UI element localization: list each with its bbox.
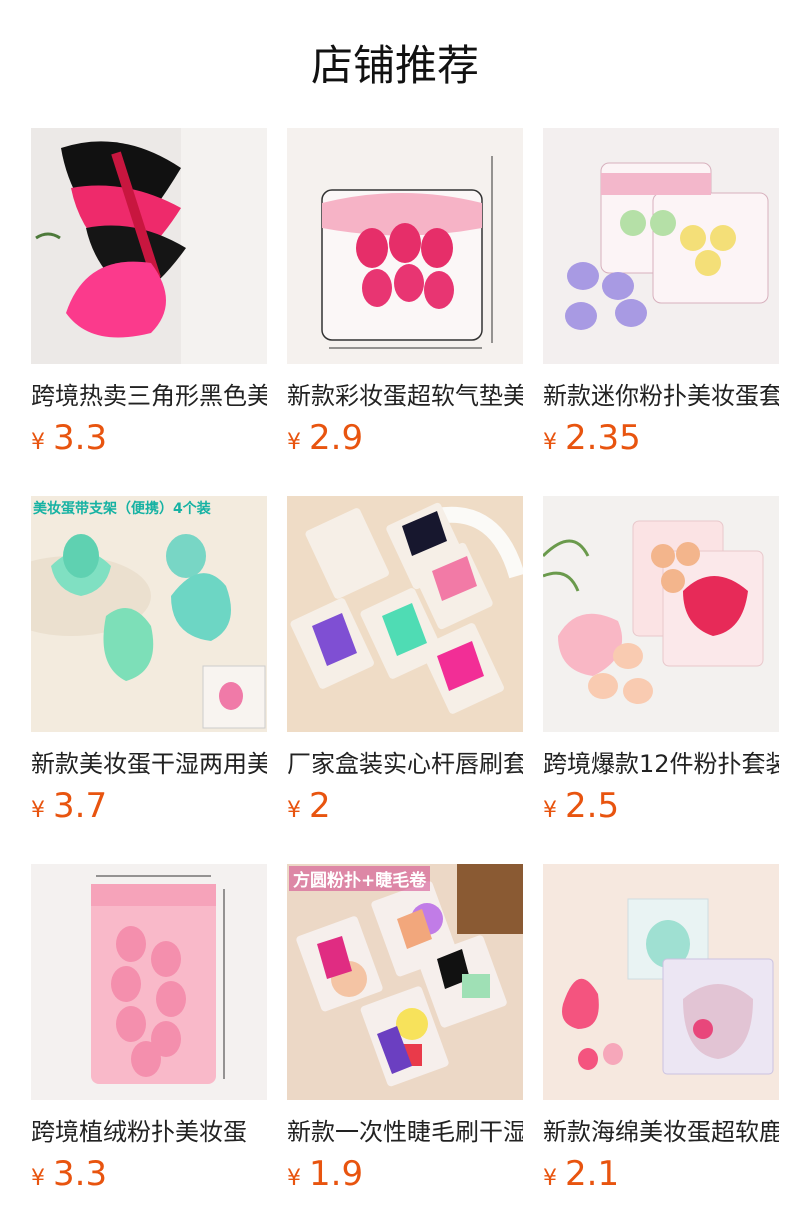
product-card[interactable]: 新款迷你粉扑美妆蛋套装 ¥ 2.35 xyxy=(543,128,779,464)
price-value: 3.3 xyxy=(53,418,108,458)
product-card[interactable]: 跨境爆款12件粉扑套装 ¥ 2.5 xyxy=(543,496,779,832)
product-image[interactable] xyxy=(543,496,779,732)
product-name[interactable]: 新款彩妆蛋超软气垫美妆蛋 xyxy=(287,378,523,414)
product-price: ¥ 2.35 xyxy=(543,418,779,464)
product-price: ¥ 2.9 xyxy=(287,418,523,464)
product-name[interactable]: 跨境植绒粉扑美妆蛋 xyxy=(31,1114,267,1150)
product-price: ¥ 2.5 xyxy=(543,786,779,832)
product-name[interactable]: 新款海绵美妆蛋超软鹿头盒 xyxy=(543,1114,779,1150)
product-name[interactable]: 新款一次性睫毛刷干湿粉扑 xyxy=(287,1114,523,1150)
currency-symbol: ¥ xyxy=(31,1166,45,1191)
price-value: 1.9 xyxy=(309,1154,364,1194)
currency-symbol: ¥ xyxy=(543,798,557,823)
product-price: ¥ 2 xyxy=(287,786,523,832)
price-value: 3.7 xyxy=(53,786,108,826)
product-image[interactable] xyxy=(31,864,267,1100)
product-price: ¥ 3.3 xyxy=(31,418,267,464)
product-name[interactable]: 跨境热卖三角形黑色美妆粉扑 xyxy=(31,378,267,414)
product-price: ¥ 1.9 xyxy=(287,1154,523,1200)
product-card[interactable]: 厂家盒装实心杆唇刷套装 ¥ 2 xyxy=(287,496,523,832)
price-value: 3.3 xyxy=(53,1154,108,1194)
currency-symbol: ¥ xyxy=(543,1166,557,1191)
price-value: 2.35 xyxy=(565,418,641,458)
product-card[interactable]: 新款彩妆蛋超软气垫美妆蛋 ¥ 2.9 xyxy=(287,128,523,464)
price-value: 2 xyxy=(309,786,331,826)
product-card[interactable]: 美妆蛋带支架（便携）4个装 新款美妆蛋干湿两用美妆蛋 ¥ 3.7 xyxy=(31,496,267,832)
product-image[interactable] xyxy=(543,128,779,364)
product-name[interactable]: 新款美妆蛋干湿两用美妆蛋 xyxy=(31,746,267,782)
product-card[interactable]: 跨境热卖三角形黑色美妆粉扑 ¥ 3.3 xyxy=(31,128,267,464)
product-card[interactable]: 跨境植绒粉扑美妆蛋 ¥ 3.3 xyxy=(31,864,267,1200)
currency-symbol: ¥ xyxy=(31,798,45,823)
product-name[interactable]: 跨境爆款12件粉扑套装 xyxy=(543,746,779,782)
product-card[interactable]: 新款海绵美妆蛋超软鹿头盒 ¥ 2.1 xyxy=(543,864,779,1200)
product-name[interactable]: 新款迷你粉扑美妆蛋套装 xyxy=(543,378,779,414)
currency-symbol: ¥ xyxy=(543,430,557,455)
currency-symbol: ¥ xyxy=(287,430,301,455)
product-image[interactable]: 方圆粉扑+睫毛卷 xyxy=(287,864,523,1100)
product-image[interactable]: 美妆蛋带支架（便携）4个装 xyxy=(31,496,267,732)
currency-symbol: ¥ xyxy=(287,1166,301,1191)
promo-badge: 方圆粉扑+睫毛卷 xyxy=(289,866,431,891)
product-price: ¥ 3.7 xyxy=(31,786,267,832)
price-value: 2.9 xyxy=(309,418,364,458)
product-grid: 跨境热卖三角形黑色美妆粉扑 ¥ 3.3 新款彩妆蛋超软气垫美妆蛋 xyxy=(0,0,790,1232)
promo-badge: 美妆蛋带支架（便携）4个装 xyxy=(33,501,211,517)
product-card[interactable]: 方圆粉扑+睫毛卷 新款一次性睫毛刷干湿粉扑 ¥ 1.9 xyxy=(287,864,523,1200)
product-price: ¥ 2.1 xyxy=(543,1154,779,1200)
product-name[interactable]: 厂家盒装实心杆唇刷套装 xyxy=(287,746,523,782)
currency-symbol: ¥ xyxy=(31,430,45,455)
product-image[interactable] xyxy=(287,128,523,364)
product-image[interactable] xyxy=(543,864,779,1100)
price-value: 2.1 xyxy=(565,1154,620,1194)
product-image[interactable] xyxy=(287,496,523,732)
currency-symbol: ¥ xyxy=(287,798,301,823)
product-image[interactable] xyxy=(31,128,267,364)
product-price: ¥ 3.3 xyxy=(31,1154,267,1200)
price-value: 2.5 xyxy=(565,786,620,826)
